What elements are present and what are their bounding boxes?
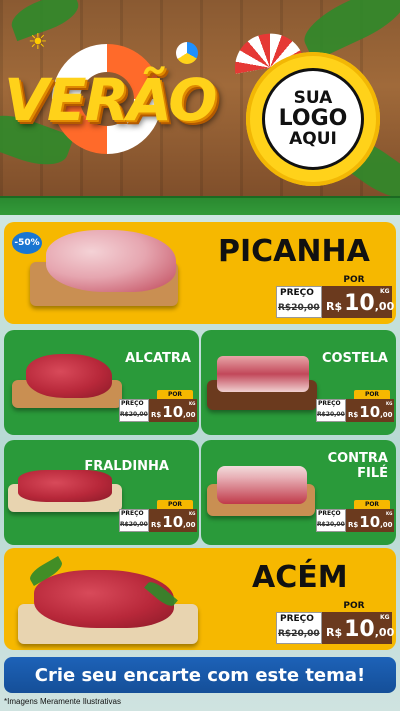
price-int: 10 <box>162 403 184 421</box>
price-int: 10 <box>162 513 184 531</box>
preco-label: PREÇO <box>121 400 144 407</box>
price-dec: ,00 <box>380 411 393 419</box>
old-price: R$20,00 <box>278 303 320 313</box>
logo-text-line: AQUI <box>289 128 337 149</box>
product-card-costela[interactable]: COSTELA POR PREÇO R$20,00 R$ 10 ,00 KG <box>201 330 396 435</box>
currency: R$ <box>326 626 343 639</box>
unit-label: KG <box>380 614 390 621</box>
page-title: VERÃO <box>4 66 218 134</box>
discount-badge: -50% <box>12 232 42 254</box>
product-name: ALCATRA <box>125 351 191 366</box>
price-int: 10 <box>344 291 375 316</box>
old-price: R$20,00 <box>120 521 148 528</box>
product-name: CONTRA FILÉ <box>327 451 388 482</box>
por-label: POR <box>157 500 193 509</box>
currency: R$ <box>348 521 359 529</box>
price-int: 10 <box>344 617 375 642</box>
price-tag: POR PREÇO R$20,00 R$ 10 ,00 KG <box>276 274 395 318</box>
logo-text-line: LOGO <box>278 106 348 132</box>
por-label: POR <box>330 274 378 286</box>
product-name: PICANHA <box>218 234 370 269</box>
sun-icon: ☀ <box>28 30 48 55</box>
product-name-line: CONTRA <box>327 451 388 466</box>
por-label: POR <box>354 500 390 509</box>
currency: R$ <box>326 300 343 313</box>
preco-label: PREÇO <box>280 288 314 298</box>
grass-strip <box>0 196 400 215</box>
por-label: POR <box>330 600 378 612</box>
currency: R$ <box>151 521 162 529</box>
beach-ball-icon <box>176 42 198 64</box>
preco-label: PREÇO <box>121 510 144 517</box>
price-tag: POR PREÇO R$20,00 R$ 10 ,00 KG <box>119 390 197 422</box>
price-dec: ,00 <box>380 521 393 529</box>
product-name-line: FILÉ <box>357 465 388 481</box>
price-int: 10 <box>359 403 381 421</box>
price-dec: ,00 <box>183 521 196 529</box>
meat-image <box>46 230 176 292</box>
unit-label: KG <box>386 401 393 406</box>
currency: R$ <box>151 411 162 419</box>
meat-image <box>217 356 309 392</box>
product-card-contra-file[interactable]: CONTRA FILÉ POR PREÇO R$20,00 R$ 10 ,00 … <box>201 440 396 545</box>
preco-label: PREÇO <box>318 400 341 407</box>
product-name: COSTELA <box>321 351 388 366</box>
header-banner: ☀ VERÃO SUA LOGO AQUI <box>0 0 400 215</box>
product-card-acem[interactable]: ACÉM POR PREÇO R$20,00 R$ 10 ,00 KG <box>4 548 396 650</box>
meat-image <box>217 466 307 504</box>
unit-label: KG <box>189 511 196 516</box>
old-price: R$20,00 <box>278 629 320 639</box>
meat-image <box>26 354 112 398</box>
preco-label: PREÇO <box>280 614 314 624</box>
price-dec: ,00 <box>374 300 395 313</box>
unit-label: KG <box>386 511 393 516</box>
price-tag: POR PREÇO R$20,00 R$ 10 ,00 KG <box>316 390 394 422</box>
price-tag: POR PREÇO R$20,00 R$ 10 ,00 KG <box>119 500 197 532</box>
product-name: FRALDINHA <box>84 459 169 474</box>
price-dec: ,00 <box>374 626 395 639</box>
logo-text-line: SUA <box>293 87 333 108</box>
preco-label: PREÇO <box>318 510 341 517</box>
meat-image <box>34 570 174 628</box>
price-tag: POR PREÇO R$20,00 R$ 10 ,00 KG <box>276 600 395 644</box>
create-flyer-button[interactable]: Crie seu encarte com este tema! <box>4 657 396 693</box>
unit-label: KG <box>380 288 390 295</box>
por-label: POR <box>354 390 390 399</box>
old-price: R$20,00 <box>317 521 345 528</box>
old-price: R$20,00 <box>317 411 345 418</box>
product-card-picanha[interactable]: -50% PICANHA POR PREÇO R$20,00 R$ 10 ,00… <box>4 222 396 324</box>
price-dec: ,00 <box>183 411 196 419</box>
unit-label: KG <box>189 401 196 406</box>
old-price: R$20,00 <box>120 411 148 418</box>
product-card-fraldinha[interactable]: FRALDINHA POR PREÇO R$20,00 R$ 10 ,00 KG <box>4 440 199 545</box>
logo-circle: SUA LOGO AQUI <box>262 68 364 170</box>
product-card-alcatra[interactable]: ALCATRA POR PREÇO R$20,00 R$ 10 ,00 KG <box>4 330 199 435</box>
footnote: *Imagens Meramente Ilustrativas <box>4 697 121 706</box>
currency: R$ <box>348 411 359 419</box>
por-label: POR <box>157 390 193 399</box>
product-name: ACÉM <box>252 560 348 595</box>
price-tag: POR PREÇO R$20,00 R$ 10 ,00 KG <box>316 500 394 532</box>
price-int: 10 <box>359 513 381 531</box>
logo-placeholder[interactable]: SUA LOGO AQUI <box>246 52 380 186</box>
